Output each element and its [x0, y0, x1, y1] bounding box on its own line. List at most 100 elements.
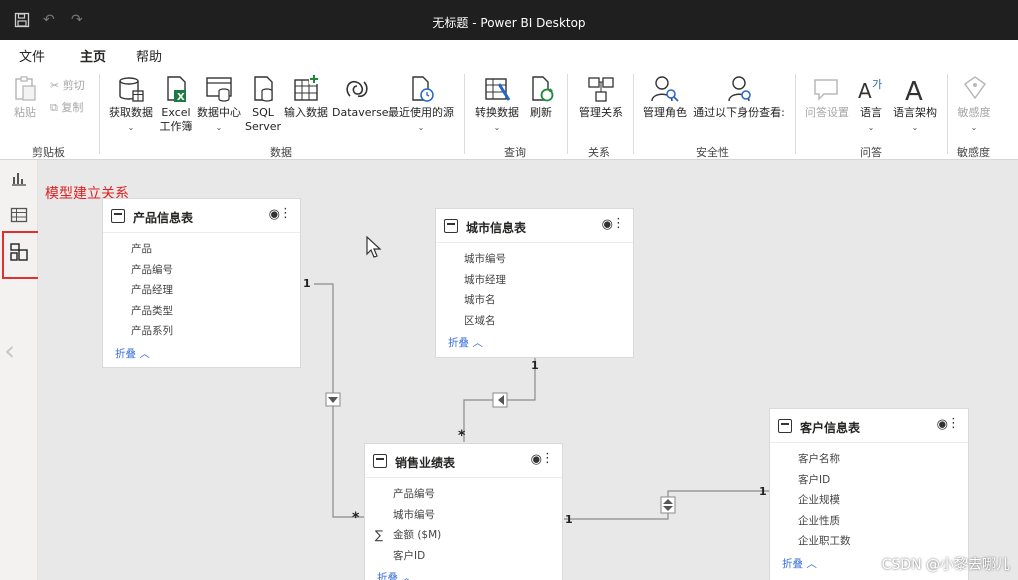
group-security: 安全性 — [696, 146, 729, 159]
table-card-city[interactable]: 城市信息表 ◉ ⋮ 城市编号 城市经理 城市名 区域名 折叠 ︿ — [435, 208, 634, 358]
field-item[interactable]: 客户名称 — [770, 449, 968, 470]
user-roles-icon — [650, 74, 680, 104]
tab-help[interactable]: 帮助 — [136, 46, 162, 65]
group-qa: 问答 — [860, 146, 882, 159]
enter-data-button[interactable]: 输入数据 — [283, 74, 329, 120]
copy-button[interactable]: ⧉ 复制 — [50, 99, 83, 115]
relationships-icon — [586, 74, 616, 104]
group-relationships: 关系 — [588, 146, 610, 159]
dataverse-button[interactable]: Dataverse — [332, 74, 389, 120]
chevron-down-icon: ⌄ — [867, 123, 875, 132]
report-view-icon[interactable] — [9, 168, 29, 188]
field-item[interactable]: 产品系列 — [103, 321, 300, 342]
table-header: 客户信息表 ◉ ⋮ — [770, 409, 968, 443]
svg-text:X: X — [177, 92, 185, 103]
language-button[interactable]: A가 语言 ⌄ — [856, 74, 886, 135]
sql-server-button[interactable]: SQL Server — [245, 74, 281, 134]
collapse-button[interactable]: 折叠 ︿ — [103, 346, 300, 361]
sigma-icon: ∑ — [375, 528, 384, 542]
refresh-button[interactable]: 刷新 — [524, 74, 558, 120]
field-item[interactable]: 城市编号 — [436, 249, 633, 270]
get-data-button[interactable]: 获取数据 ⌄ — [106, 74, 156, 135]
more-options-icon[interactable]: ⋮ — [612, 216, 625, 231]
field-item[interactable]: 产品类型 — [103, 301, 300, 322]
qa-setup-button[interactable]: 问答设置 — [802, 74, 852, 120]
chat-icon — [812, 74, 842, 104]
table-icon — [111, 209, 125, 223]
enter-data-icon — [291, 74, 321, 104]
database-icon — [116, 74, 146, 104]
table-icon — [444, 219, 458, 233]
field-item[interactable]: 产品 — [103, 239, 300, 260]
field-item[interactable]: 企业职工数 — [770, 531, 968, 552]
table-name: 产品信息表 — [133, 211, 194, 225]
tab-file[interactable]: 文件 — [19, 46, 45, 65]
group-clipboard: 剪贴板 — [32, 146, 65, 159]
field-item[interactable]: 区域名 — [436, 311, 633, 332]
mouse-cursor-icon — [366, 236, 382, 258]
separator — [795, 74, 796, 154]
sensitivity-button[interactable]: 敏感度 ⌄ — [954, 74, 994, 135]
recent-sources-button[interactable]: 最近使用的源 ⌄ — [386, 74, 456, 135]
field-item[interactable]: 企业规模 — [770, 490, 968, 511]
manage-roles-button[interactable]: 管理角色 — [640, 74, 690, 120]
field-item-measure[interactable]: ∑ 金额 ($M) — [365, 525, 562, 546]
chevron-down-icon: ⌄ — [493, 123, 501, 132]
svg-text:A: A — [905, 77, 923, 104]
separator — [633, 74, 634, 154]
transform-data-button[interactable]: 转换数据 ⌄ — [472, 74, 522, 135]
svg-text:가: 가 — [872, 78, 882, 91]
field-item[interactable]: 企业性质 — [770, 511, 968, 532]
field-item[interactable]: 产品编号 — [365, 484, 562, 505]
svg-text:A: A — [858, 79, 872, 103]
chevron-down-icon: ⌄ — [417, 123, 425, 132]
field-item[interactable]: 城市编号 — [365, 505, 562, 526]
table-name: 销售业绩表 — [395, 456, 456, 470]
cardinality-many-label: * — [458, 428, 466, 444]
table-header: 产品信息表 ◉ ⋮ — [103, 199, 300, 233]
linguistic-schema-button[interactable]: A 语言架构 ⌄ — [890, 74, 940, 135]
title-bar: ↶ ↷ 无标题 - Power BI Desktop — [0, 0, 1018, 40]
field-item[interactable]: 客户ID — [770, 470, 968, 491]
more-options-icon[interactable]: ⋮ — [279, 206, 292, 221]
collapse-button[interactable]: 折叠 ︿ — [365, 570, 562, 580]
collapse-button[interactable]: 折叠 ︿ — [436, 335, 633, 350]
field-item[interactable]: 产品经理 — [103, 280, 300, 301]
view-as-button[interactable]: 通过以下身份查看: — [690, 74, 788, 120]
paste-icon — [10, 74, 40, 104]
manage-relationships-button[interactable]: 管理关系 — [576, 74, 626, 120]
field-item[interactable]: 客户ID — [365, 546, 562, 567]
tab-home[interactable]: 主页 — [80, 46, 107, 71]
field-item[interactable]: 城市经理 — [436, 270, 633, 291]
table-header: 销售业绩表 ◉ ⋮ — [365, 444, 562, 478]
watermark: CSDN @小黎去哪儿 — [881, 557, 1010, 573]
language-icon: A가 — [856, 74, 886, 104]
table-card-sales[interactable]: 销售业绩表 ◉ ⋮ 产品编号 城市编号 ∑ 金额 ($M) 客户ID 折叠 ︿ — [364, 443, 563, 580]
chevron-down-icon: ⌄ — [215, 123, 223, 132]
table-card-product[interactable]: 产品信息表 ◉ ⋮ 产品 产品编号 产品经理 产品类型 产品系列 折叠 ︿ — [102, 198, 301, 368]
data-view-icon[interactable] — [9, 205, 29, 225]
view-as-icon — [724, 74, 754, 104]
datahub-button[interactable]: 数据中心 ⌄ — [195, 74, 243, 135]
field-item[interactable]: 城市名 — [436, 290, 633, 311]
separator — [99, 74, 100, 154]
table-header: 城市信息表 ◉ ⋮ — [436, 209, 633, 243]
dataverse-icon — [342, 74, 372, 104]
excel-icon: X — [161, 74, 191, 104]
paste-button[interactable]: 粘贴 — [8, 74, 42, 120]
chevron-down-icon: ⌄ — [970, 123, 978, 132]
chevron-left-icon[interactable]: ‹ — [4, 334, 15, 367]
field-item[interactable]: 产品编号 — [103, 260, 300, 281]
more-options-icon[interactable]: ⋮ — [947, 416, 960, 431]
cardinality-one-label: 1 — [565, 513, 573, 526]
table-name: 客户信息表 — [800, 421, 861, 435]
ribbon: 粘贴 ✂ 剪切 ⧉ 复制 剪贴板 获取数据 ⌄ X Excel 工作簿 数据中心… — [0, 68, 1018, 160]
cardinality-one-label: 1 — [759, 485, 767, 498]
table-icon — [778, 419, 792, 433]
chevron-down-icon: ⌄ — [911, 123, 919, 132]
cardinality-many-label: * — [352, 510, 360, 526]
excel-workbook-button[interactable]: X Excel 工作簿 — [158, 74, 194, 134]
more-options-icon[interactable]: ⋮ — [541, 451, 554, 466]
datahub-icon — [204, 74, 234, 104]
cut-button[interactable]: ✂ 剪切 — [50, 77, 85, 93]
